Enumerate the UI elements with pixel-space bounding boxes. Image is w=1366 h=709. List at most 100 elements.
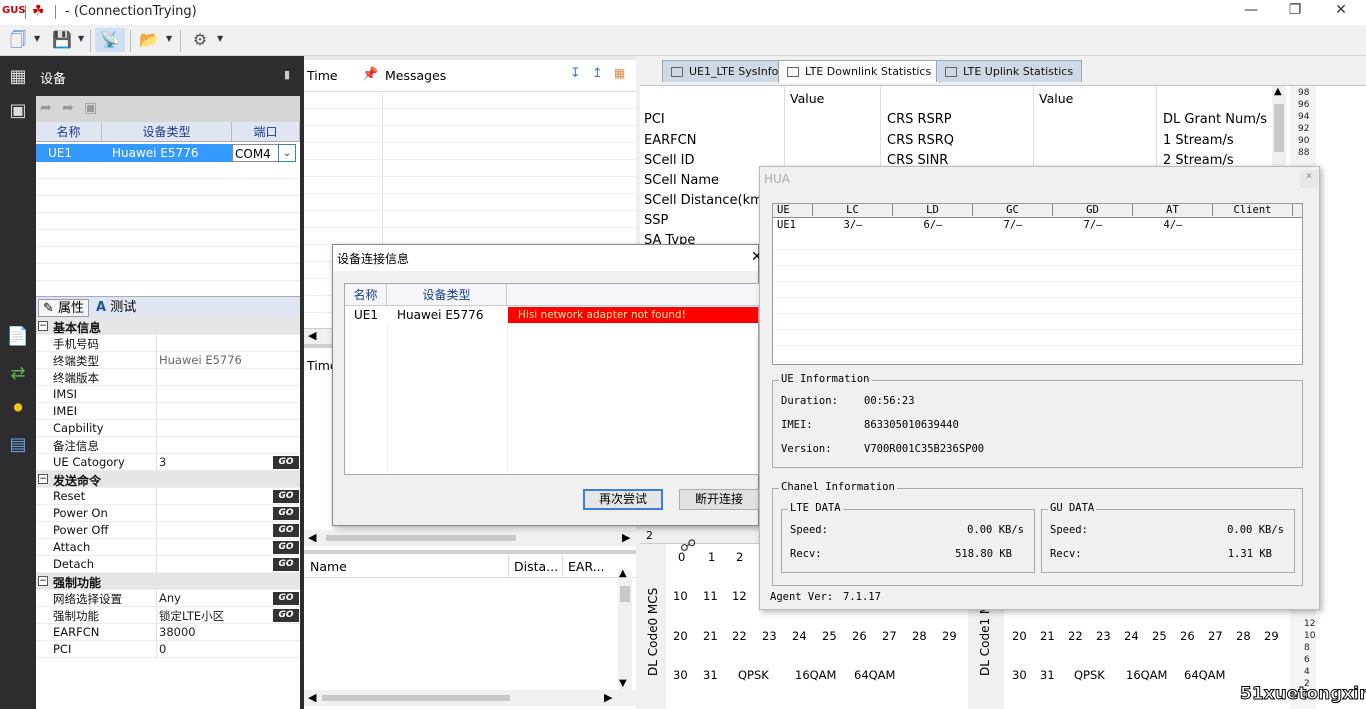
- prop-row[interactable]: Power On GO: [36, 505, 300, 522]
- add-device-icon[interactable]: ➦: [40, 100, 52, 116]
- device-name[interactable]: UE1: [36, 144, 102, 162]
- pin-icon[interactable]: ▮: [284, 68, 290, 81]
- prop-value[interactable]: 38000: [159, 625, 196, 639]
- col-messages[interactable]: Messages: [385, 68, 446, 83]
- prop-row[interactable]: Reset GO: [36, 488, 300, 505]
- mcs-cell: 21: [1040, 629, 1055, 643]
- sysinfo-scell-name: SCell Name: [644, 173, 720, 188]
- version-value: V700R001C35B236SP00: [864, 443, 985, 455]
- prop-value[interactable]: 0: [159, 642, 166, 656]
- save-icon[interactable]: 💾: [50, 28, 74, 52]
- h-scrollbar-3[interactable]: ◀ ▶: [304, 690, 636, 706]
- pin-icon[interactable]: 📌: [362, 67, 378, 82]
- prop-value[interactable]: 3: [159, 455, 166, 469]
- go-button[interactable]: GO: [273, 456, 299, 469]
- h-scrollbar-2[interactable]: ◀ ▶: [304, 530, 636, 546]
- page-number[interactable]: 2: [646, 529, 653, 542]
- dialog-row[interactable]: UE1 Huawei E5776 Hisi network adapter no…: [345, 307, 760, 324]
- go-button[interactable]: GO: [273, 592, 299, 605]
- hua-title: HUA: [764, 172, 791, 186]
- download-icon[interactable]: ↧: [570, 66, 581, 81]
- prop-row[interactable]: EARFCN 38000: [36, 624, 300, 641]
- device-row[interactable]: UE1 Huawei E5776 COM4 ⌄: [36, 144, 300, 162]
- prop-key: 终端类型: [53, 354, 99, 368]
- prop-row[interactable]: UE Catogory 3 GO: [36, 454, 300, 471]
- tab-lte-uplink[interactable]: LTE Uplink Statistics: [936, 60, 1083, 82]
- tab-lte-sysinfo[interactable]: UE1_LTE SysInfo: [662, 60, 788, 82]
- hua-row[interactable]: UE1 3/— 6/— 7/— 7/— 4/—: [773, 219, 1302, 233]
- go-button[interactable]: GO: [273, 558, 299, 571]
- cube-icon[interactable]: ▣: [4, 98, 32, 124]
- go-button[interactable]: GO: [273, 541, 299, 554]
- prop-row[interactable]: Detach GO: [36, 556, 300, 573]
- prop-row[interactable]: IMSI: [36, 386, 300, 403]
- category-force[interactable]: − 强制功能: [36, 573, 300, 590]
- go-button[interactable]: GO: [273, 609, 299, 622]
- col-earfcn[interactable]: EAR...: [568, 559, 605, 574]
- col-name[interactable]: 名称: [345, 284, 387, 306]
- prop-row[interactable]: Attach GO: [36, 539, 300, 556]
- chevron-down-icon[interactable]: ▼: [78, 34, 84, 43]
- collapse-icon[interactable]: −: [38, 321, 48, 331]
- col-type[interactable]: 设备类型: [102, 122, 232, 142]
- prop-row[interactable]: 强制功能 锁定LTE小区 GO: [36, 607, 300, 624]
- col-port[interactable]: 端口: [232, 122, 300, 142]
- grid-icon[interactable]: ▦: [614, 66, 625, 80]
- tab-lte-downlink[interactable]: LTE Downlink Statistics: [778, 60, 941, 83]
- go-button[interactable]: GO: [273, 507, 299, 520]
- settings-device-icon[interactable]: ▣: [84, 100, 97, 116]
- connect-icon[interactable]: 📡: [95, 28, 125, 52]
- disconnect-button[interactable]: 断开连接: [679, 489, 759, 510]
- document-icon[interactable]: 📄: [4, 324, 32, 350]
- category-cmd[interactable]: − 发送命令: [36, 471, 300, 488]
- minimize-button[interactable]: —: [1236, 2, 1266, 18]
- alert-icon[interactable]: ⚫: [4, 396, 32, 422]
- collapse-icon[interactable]: −: [38, 576, 48, 586]
- tab-test-label: 测试: [110, 300, 137, 315]
- go-button[interactable]: GO: [273, 490, 299, 503]
- category-basic[interactable]: − 基本信息: [36, 318, 300, 335]
- prop-value[interactable]: 锁定LTE小区: [159, 608, 224, 624]
- tab-test[interactable]: A 测试: [92, 299, 140, 317]
- port-select[interactable]: COM4: [232, 144, 282, 162]
- collapse-icon[interactable]: −: [38, 474, 48, 484]
- prop-row[interactable]: Capbility: [36, 420, 300, 437]
- tools-icon[interactable]: ⚙: [188, 28, 212, 52]
- restore-button[interactable]: ❐: [1280, 2, 1310, 18]
- prop-row[interactable]: 备注信息: [36, 437, 300, 454]
- chevron-down-icon[interactable]: ▼: [34, 34, 40, 43]
- prop-value[interactable]: Any: [159, 591, 181, 605]
- new-icon[interactable]: 🗍: [6, 28, 30, 52]
- close-button[interactable]: ✕: [1326, 2, 1356, 18]
- prop-value[interactable]: Huawei E5776: [159, 353, 242, 367]
- prop-row[interactable]: 终端版本: [36, 369, 300, 386]
- open-folder-icon[interactable]: 📂: [137, 28, 161, 52]
- v-scrollbar[interactable]: ▲ ▼: [618, 568, 632, 692]
- upload-icon[interactable]: ↥: [592, 66, 603, 81]
- go-button[interactable]: GO: [273, 524, 299, 537]
- col-time[interactable]: Time: [307, 68, 338, 83]
- col-type[interactable]: 设备类型: [387, 284, 507, 306]
- transfer-icon[interactable]: ⇄: [4, 361, 32, 387]
- device-icon[interactable]: ▦: [4, 64, 32, 90]
- hua-close-icon[interactable]: ×: [1300, 170, 1318, 188]
- axis-tick: 92: [1298, 124, 1310, 134]
- col-name[interactable]: Name: [310, 559, 347, 574]
- select-icon[interactable]: ▤: [4, 432, 32, 458]
- prop-row[interactable]: 网络选择设置 Any GO: [36, 590, 300, 607]
- axis-tick: 96: [1298, 100, 1310, 110]
- remove-device-icon[interactable]: ➦: [62, 100, 74, 116]
- retry-button[interactable]: 再次尝试: [583, 489, 663, 510]
- prop-row[interactable]: PCI 0: [36, 641, 300, 658]
- prop-row[interactable]: 手机号码: [36, 335, 300, 352]
- tab-properties[interactable]: ✎ 属性: [38, 299, 90, 317]
- col-name[interactable]: 名称: [36, 122, 102, 142]
- prop-row[interactable]: Power Off GO: [36, 522, 300, 539]
- col-distance[interactable]: Dista...: [514, 559, 558, 574]
- prop-row[interactable]: 终端类型 Huawei E5776: [36, 352, 300, 369]
- device-type[interactable]: Huawei E5776: [102, 144, 232, 162]
- chevron-down-icon[interactable]: ▼: [217, 34, 223, 43]
- chevron-down-icon[interactable]: ⌄: [278, 144, 296, 162]
- prop-row[interactable]: IMEI: [36, 403, 300, 420]
- chevron-down-icon[interactable]: ▼: [166, 34, 172, 43]
